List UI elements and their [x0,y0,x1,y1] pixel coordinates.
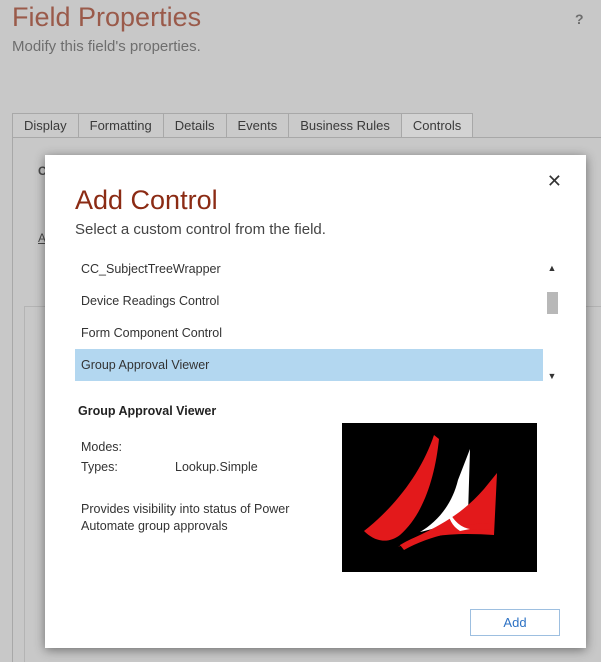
modes-label: Modes: [81,440,122,454]
add-control-dialog: ✕ Add Control Select a custom control fr… [45,155,586,648]
list-item-selected[interactable]: Group Approval Viewer [75,349,543,381]
tab-formatting[interactable]: Formatting [77,113,164,137]
list-item[interactable]: Form Component Control [75,317,543,349]
tab-events[interactable]: Events [225,113,290,137]
control-preview-logo [342,423,537,572]
list-item[interactable]: Device Readings Control [75,285,543,317]
dialog-title: Add Control [75,185,218,215]
scroll-down-icon[interactable]: ▼ [544,368,560,384]
dialog-subtitle: Select a custom control from the field. [75,221,326,238]
page-subtitle: Modify this field's properties. [12,38,201,55]
types-value: Lookup.Simple [175,460,258,474]
page-title: Field Properties [12,2,202,32]
tab-display[interactable]: Display [12,113,79,137]
tab-controls[interactable]: Controls [400,113,474,137]
control-listbox[interactable]: CC_SubjectTreeWrapper Device Readings Co… [75,253,560,385]
scroll-up-icon[interactable]: ▲ [544,260,560,276]
add-button[interactable]: Add [470,609,560,636]
close-icon[interactable]: ✕ [547,172,562,190]
types-label: Types: [81,460,118,474]
tab-bar: Display Formatting Details Events Busine… [12,113,474,137]
control-detail-title: Group Approval Viewer [78,404,217,418]
tab-business-rules[interactable]: Business Rules [288,113,402,137]
help-button[interactable]: ? [575,11,584,27]
list-item[interactable]: CC_SubjectTreeWrapper [75,253,543,285]
scroll-thumb[interactable] [547,292,558,314]
control-description: Provides visibility into status of Power… [81,502,290,533]
tab-details[interactable]: Details [162,113,227,137]
list-scrollbar[interactable]: ▲ ▼ [544,260,560,384]
